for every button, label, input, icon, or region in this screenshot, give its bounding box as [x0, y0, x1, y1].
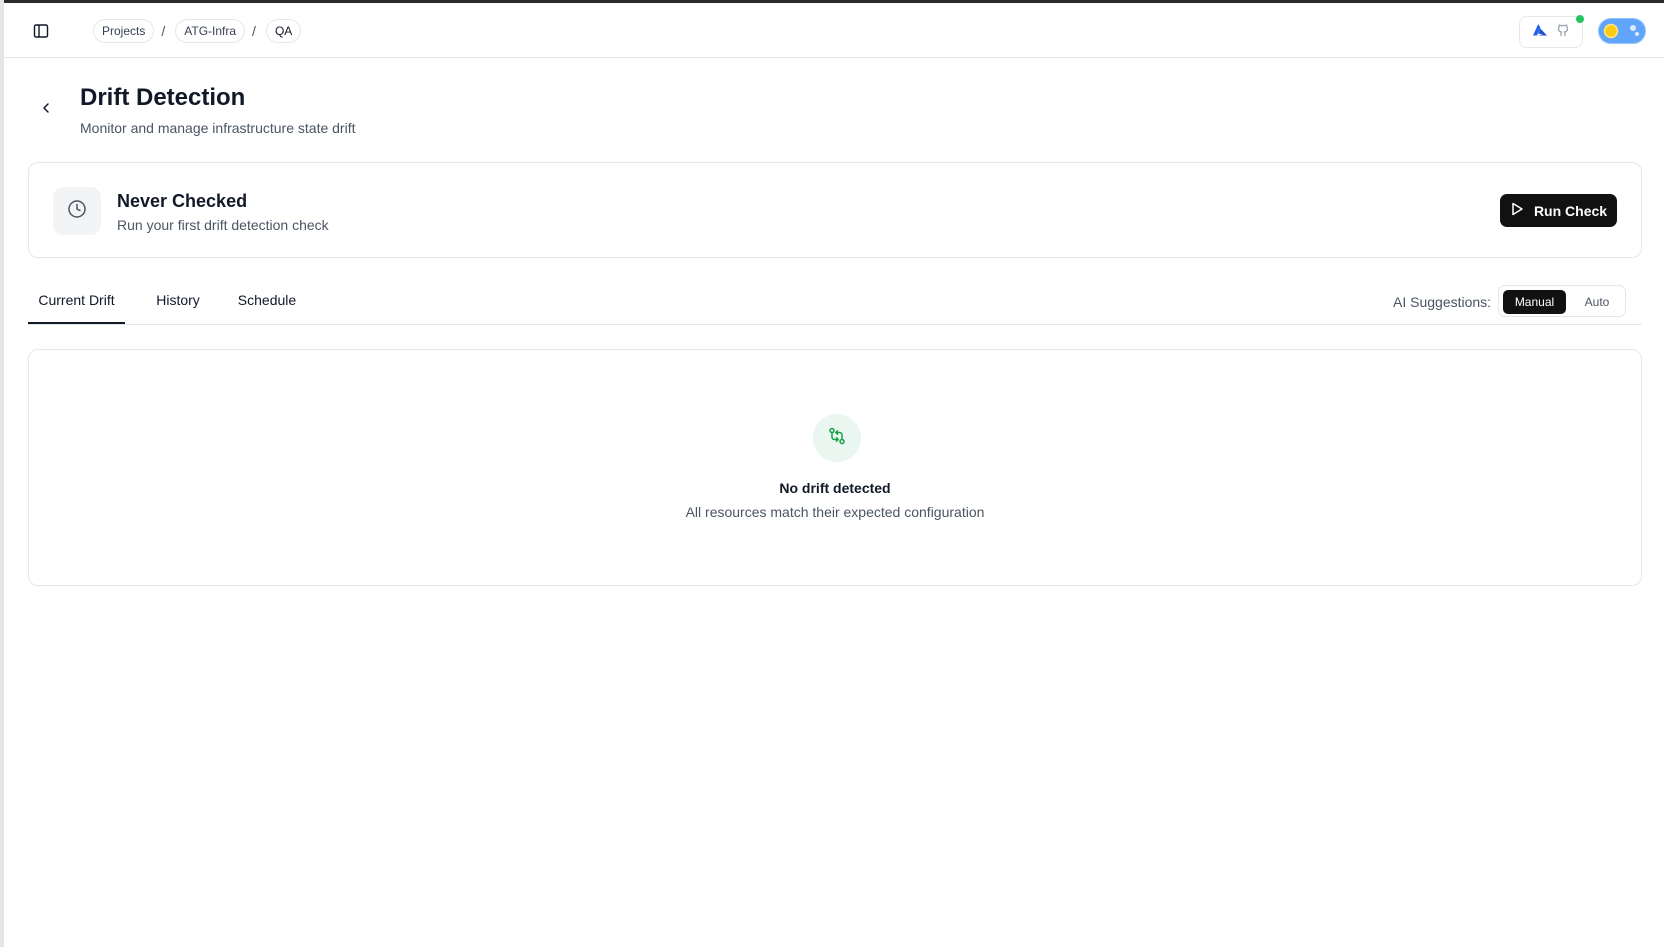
tab-history[interactable]: History — [146, 285, 210, 323]
empty-state-title: No drift detected — [779, 480, 891, 496]
back-button[interactable] — [34, 98, 58, 122]
git-compare-icon — [827, 426, 847, 451]
sun-icon — [1602, 22, 1620, 40]
tab-schedule[interactable]: Schedule — [233, 285, 301, 323]
azure-icon — [1532, 23, 1548, 42]
drift-status-card: Never Checked Run your first drift detec… — [28, 162, 1642, 258]
empty-state-icon-circle — [813, 414, 861, 462]
ai-mode-manual-option[interactable]: Manual — [1503, 290, 1566, 314]
page-title: Drift Detection — [80, 84, 246, 111]
breadcrumb-separator: / — [161, 23, 166, 39]
status-title: Never Checked — [117, 191, 248, 211]
breadcrumb-atg-infra[interactable]: ATG-Infra — [175, 19, 246, 43]
integrations-button[interactable] — [1519, 15, 1584, 48]
run-check-button[interactable]: Run Check — [1500, 194, 1617, 227]
ai-mode-auto-option[interactable]: Auto — [1573, 290, 1621, 314]
status-icon-box — [53, 187, 101, 235]
current-drift-panel: No drift detected All resources match th… — [28, 349, 1642, 586]
tabs-bar: Current Drift History Schedule AI Sugges… — [28, 285, 1642, 325]
ai-suggestions-toggle: Manual Auto — [1498, 285, 1626, 317]
run-check-label: Run Check — [1533, 202, 1608, 219]
play-icon — [1510, 202, 1524, 219]
tab-current-drift[interactable]: Current Drift — [28, 285, 125, 324]
empty-state-description: All resources match their expected confi… — [685, 504, 985, 520]
clock-icon — [67, 199, 87, 224]
online-status-dot — [1576, 15, 1584, 23]
moon-dot-icon — [1630, 25, 1636, 31]
chevron-left-icon — [40, 101, 52, 119]
breadcrumb-qa[interactable]: QA — [265, 19, 302, 43]
panel-left-icon — [33, 23, 49, 44]
window-left-border — [0, 0, 4, 947]
github-icon — [1556, 23, 1570, 42]
page-subtitle: Monitor and manage infrastructure state … — [80, 120, 356, 136]
breadcrumb: Projects / ATG-Infra / QA — [93, 19, 302, 43]
theme-toggle[interactable] — [1598, 18, 1646, 44]
status-description: Run your first drift detection check — [117, 217, 329, 233]
breadcrumb-projects[interactable]: Projects — [93, 19, 155, 43]
star-dot-icon — [1635, 32, 1639, 36]
sidebar-toggle-button[interactable] — [28, 20, 54, 46]
top-bar: Projects / ATG-Infra / QA — [4, 3, 1664, 58]
ai-suggestions-label: AI Suggestions: — [1393, 294, 1492, 310]
breadcrumb-separator: / — [252, 23, 256, 39]
